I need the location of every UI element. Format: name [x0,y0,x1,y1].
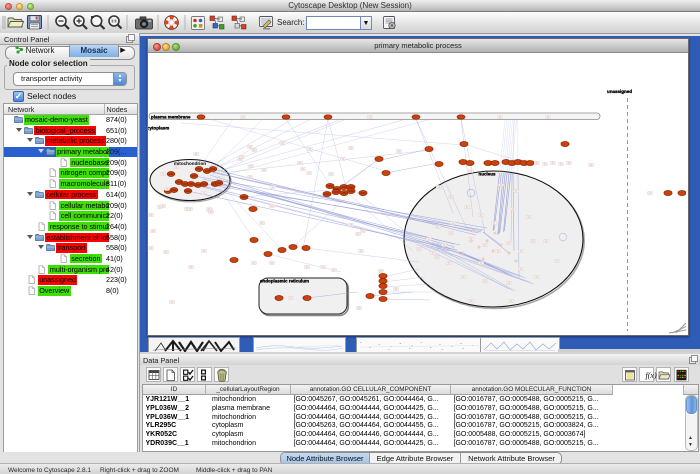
svg-text:nucleus: nucleus [478,172,496,177]
svg-text:cytoplasm: cytoplasm [148,126,169,131]
svg-text:unassigned: unassigned [607,89,632,94]
svg-text:mitochondrion: mitochondrion [174,161,206,166]
svg-text:endoplasmic reticulum: endoplasmic reticulum [260,279,309,284]
svg-text:f(x): f(x) [646,371,657,380]
svg-text:plasma membrane: plasma membrane [151,115,191,120]
